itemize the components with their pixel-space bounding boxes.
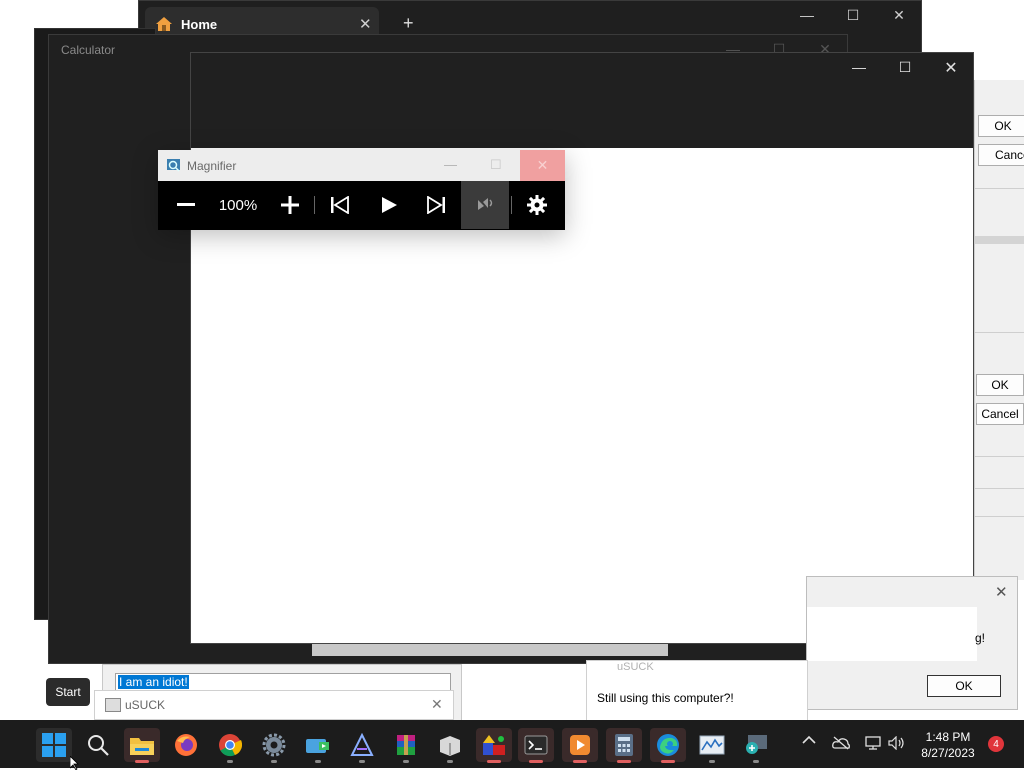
still-using-text: Still using this computer?! — [597, 691, 734, 705]
background-strip — [312, 644, 668, 656]
calculator-title: Calculator — [61, 43, 116, 57]
cancel-button[interactable]: Cance — [978, 144, 1024, 166]
edge-icon[interactable] — [650, 728, 686, 763]
ai-app-icon[interactable] — [344, 728, 380, 763]
maximize-icon[interactable]: ☐ — [843, 7, 863, 24]
mouse-cursor-icon — [69, 755, 80, 773]
file-explorer-icon[interactable] — [124, 728, 160, 763]
chevron-up-icon[interactable] — [802, 734, 816, 748]
ok-button-2[interactable]: OK — [976, 374, 1024, 396]
main-window: — ☐ ✕ — [190, 52, 974, 644]
terminal-icon[interactable] — [518, 728, 554, 763]
close-tab-icon[interactable]: ✕ — [359, 15, 372, 33]
calculator-icon[interactable] — [606, 728, 642, 763]
winrar-icon[interactable] — [388, 728, 424, 763]
home-icon — [155, 16, 172, 31]
usuck-titlebar: uSUCK ✕ — [94, 690, 454, 720]
message-box-close-icon[interactable]: ✕ — [995, 583, 1008, 601]
volume-icon[interactable] — [888, 735, 906, 753]
zoom-out-button[interactable] — [166, 181, 206, 229]
onedrive-offline-icon[interactable] — [832, 736, 850, 753]
message-box-ok-button[interactable]: OK — [927, 675, 1001, 697]
read-from-here-icon[interactable] — [461, 181, 509, 229]
magnifier-close-button[interactable]: ✕ — [520, 150, 565, 181]
gear-icon[interactable] — [514, 181, 560, 229]
cancel-button-2[interactable]: Cancel — [976, 403, 1024, 425]
network-tool-icon[interactable] — [300, 728, 336, 763]
message-box: ✕ g! OK — [806, 576, 1018, 710]
game-app-icon[interactable] — [476, 728, 512, 763]
still-using-title: uSUCK — [617, 661, 654, 673]
usuck-field-selection: I am an idiot! — [118, 675, 189, 689]
box-app-icon[interactable] — [432, 728, 468, 763]
message-box-text: g! — [975, 631, 986, 645]
magnifier-minimize-icon[interactable]: — — [444, 157, 457, 172]
play-icon[interactable] — [368, 181, 410, 229]
clock-date: 8/27/2023 — [921, 746, 975, 760]
start-tooltip: Start — [46, 678, 90, 706]
zoom-in-button[interactable] — [270, 181, 310, 229]
magnifier-titlebar: Magnifier — ☐ ✕ — [158, 150, 565, 181]
magnifier-taskbar-icon[interactable] — [738, 728, 774, 763]
next-icon[interactable] — [416, 181, 456, 229]
clock[interactable]: 1:48 PM 8/27/2023 — [914, 728, 982, 762]
firefox-icon[interactable] — [168, 728, 204, 762]
toolbar-divider-2 — [511, 196, 512, 214]
notification-badge[interactable]: 4 — [988, 736, 1004, 752]
media-player-icon[interactable] — [562, 728, 598, 763]
resource-monitor-icon[interactable] — [694, 728, 730, 763]
still-using-dialog: uSUCK Still using this computer?! — [586, 660, 808, 722]
windows-start-button[interactable] — [36, 728, 72, 762]
clock-time: 1:48 PM — [925, 730, 971, 744]
magnifier-app-icon — [166, 158, 180, 172]
close-icon[interactable]: ✕ — [889, 7, 909, 24]
search-icon[interactable] — [80, 728, 116, 762]
main-maximize-icon[interactable]: ☐ — [895, 59, 915, 76]
chrome-icon[interactable] — [212, 728, 248, 763]
toolbar-divider — [314, 196, 315, 214]
usuck-app-icon — [105, 698, 121, 712]
network-icon[interactable] — [864, 736, 882, 753]
zoom-level: 100% — [218, 196, 258, 214]
main-close-icon[interactable]: ✕ — [941, 58, 961, 78]
magnifier-title: Magnifier — [187, 159, 237, 173]
magnifier-maximize-icon[interactable]: ☐ — [490, 157, 502, 173]
settings-icon[interactable] — [256, 728, 292, 763]
usuck-title: uSUCK — [125, 698, 166, 712]
tab-title: Home — [181, 17, 218, 32]
minimize-icon[interactable]: — — [797, 7, 817, 23]
usuck-close-icon[interactable]: ✕ — [431, 696, 443, 713]
ok-button[interactable]: OK — [978, 115, 1024, 137]
main-minimize-icon[interactable]: — — [849, 59, 869, 75]
new-tab-button[interactable]: + — [403, 13, 414, 34]
previous-icon[interactable] — [320, 181, 360, 229]
